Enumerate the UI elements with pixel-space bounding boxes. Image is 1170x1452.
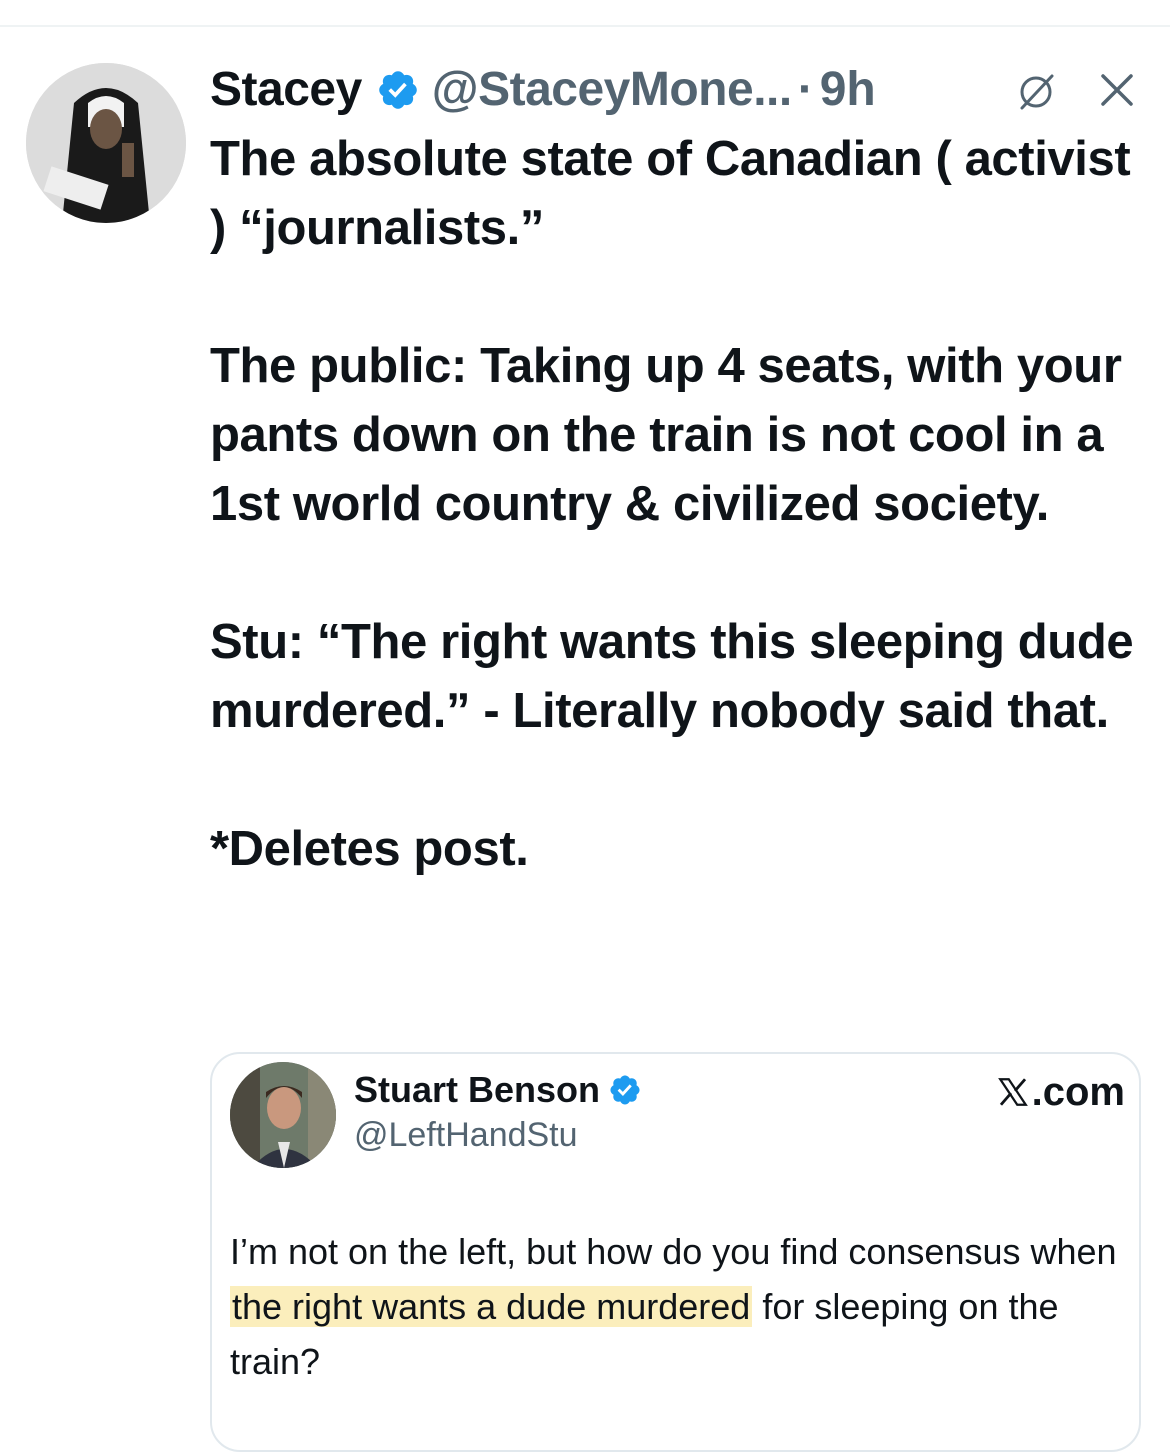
quoted-post-card[interactable]: Stuart Benson @LeftHandStu .com I’m not … [210,1052,1141,1452]
author-avatar-image [26,63,186,223]
author-handle[interactable]: @StaceyMone... [432,58,792,122]
author-display-name[interactable]: Stacey [210,58,362,122]
quoted-post-text: I’m not on the left, but how do you find… [230,1224,1139,1389]
tweet-paragraph: The absolute state of Canadian ( activis… [210,132,1131,255]
top-divider [0,25,1170,27]
tweet-header: Stacey @StaceyMone... · 9h [210,58,876,122]
quoted-author-avatar-image [230,1062,336,1168]
quoted-author-handle[interactable]: @LeftHandStu [354,1114,578,1156]
tweet-paragraph: The public: Taking up 4 seats, with your… [210,339,1122,531]
x-logo-icon [997,1078,1028,1106]
mute-icon[interactable] [1014,70,1058,114]
quoted-author-display-name[interactable]: Stuart Benson [354,1068,600,1112]
meta-separator: · [797,63,814,116]
quoted-author-name-row: Stuart Benson [354,1068,642,1112]
verified-badge-icon [610,1075,640,1105]
quoted-text-before: I’m not on the left, but how do you find… [230,1231,1117,1272]
verified-badge-icon [378,71,417,109]
highlighted-phrase: the right wants a dude murdered [230,1286,753,1327]
tweet-paragraph: Stu: “The right wants this sleeping dude… [210,615,1134,738]
x-brand-domain: .com [1031,1070,1125,1114]
close-icon[interactable] [1095,68,1139,112]
author-avatar[interactable] [26,63,186,223]
quoted-author-avatar[interactable] [230,1062,336,1168]
tweet-paragraph: *Deletes post. [210,822,529,876]
x-brand-link[interactable]: .com [996,1068,1125,1116]
tweet-text: The absolute state of Canadian ( activis… [210,125,1150,884]
post-timestamp[interactable]: 9h [820,58,876,122]
